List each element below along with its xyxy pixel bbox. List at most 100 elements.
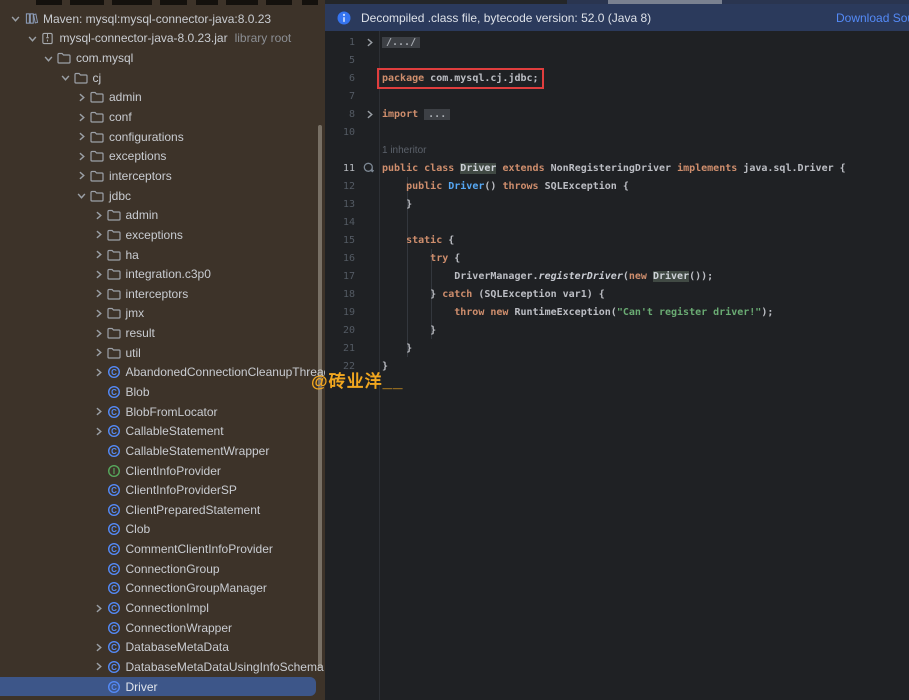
- chevron-right-icon[interactable]: [91, 247, 106, 262]
- chevron-right-icon[interactable]: [91, 306, 106, 321]
- tree-item-databasemetadatausinginfoschema[interactable]: CDatabaseMetaDataUsingInfoSchema: [0, 657, 325, 677]
- chevron-right-icon[interactable]: [74, 110, 89, 125]
- code-editor[interactable]: 1/.../56package com.mysql.cj.jdbc;78impo…: [325, 31, 909, 700]
- chevron-right-icon[interactable]: [74, 90, 89, 105]
- tree-item-connectionimpl[interactable]: CConnectionImpl: [0, 598, 325, 618]
- class-icon: C: [106, 521, 122, 537]
- chevron-right-icon[interactable]: [91, 404, 106, 419]
- chevron-right-icon[interactable]: [74, 149, 89, 164]
- fold-marker-icon[interactable]: [359, 106, 379, 122]
- tree-scrollbar[interactable]: [318, 125, 322, 668]
- code-line: 5: [325, 51, 909, 69]
- banner-text: Decompiled .class file, bytecode version…: [361, 11, 651, 25]
- chevron-down-icon[interactable]: [58, 70, 73, 85]
- class-icon: C: [106, 423, 122, 439]
- tree-item-admin[interactable]: admin: [0, 205, 325, 225]
- svg-text:C: C: [111, 407, 117, 416]
- tree-item-maven-mysql-mysql-connector-java-8-0-23[interactable]: Maven: mysql:mysql-connector-java:8.0.23: [0, 9, 325, 29]
- code-text[interactable]: public Driver() throws SQLException {: [379, 181, 629, 192]
- gutter-spacer: [359, 268, 379, 284]
- svg-text:C: C: [111, 604, 117, 613]
- tree-item-commentclientinfoprovider[interactable]: CCommentClientInfoProvider: [0, 539, 325, 559]
- chevron-right-icon[interactable]: [74, 129, 89, 144]
- tree-item-blobfromlocator[interactable]: CBlobFromLocator: [0, 402, 325, 422]
- tree-item-interceptors[interactable]: interceptors: [0, 284, 325, 304]
- code-text[interactable]: package com.mysql.cj.jdbc;: [379, 73, 539, 84]
- chevron-right-icon[interactable]: [91, 227, 106, 242]
- tree-item-admin[interactable]: admin: [0, 88, 325, 108]
- code-text[interactable]: import ...: [379, 109, 450, 120]
- chevron-right-icon[interactable]: [91, 659, 106, 674]
- tree-item-jmx[interactable]: jmx: [0, 304, 325, 324]
- tree-item-cj[interactable]: cj: [0, 68, 325, 88]
- gutter-spacer: [359, 250, 379, 266]
- tree-item-connectiongroupmanager[interactable]: CConnectionGroupManager: [0, 579, 325, 599]
- chevron-right-icon[interactable]: [74, 168, 89, 183]
- code-text[interactable]: }: [379, 325, 436, 336]
- tree-item-exceptions[interactable]: exceptions: [0, 225, 325, 245]
- folder-icon: [73, 70, 89, 86]
- tree-item-exceptions[interactable]: exceptions: [0, 146, 325, 166]
- download-sources-link[interactable]: Download Sources: [836, 11, 909, 25]
- tree-item-clientpreparedstatement[interactable]: CClientPreparedStatement: [0, 500, 325, 520]
- tree-item-suffix: library root: [235, 31, 292, 45]
- svg-text:C: C: [111, 643, 117, 652]
- chevron-right-icon[interactable]: [91, 326, 106, 341]
- code-text[interactable]: /.../: [379, 37, 420, 48]
- chevron-right-icon[interactable]: [91, 424, 106, 439]
- code-text[interactable]: throw new RuntimeException("Can't regist…: [379, 307, 773, 318]
- code-text[interactable]: }: [379, 199, 412, 210]
- line-number: 15: [325, 235, 359, 246]
- chevron-down-icon[interactable]: [25, 31, 40, 46]
- editor-panel: Decompiled .class file, bytecode version…: [325, 0, 909, 700]
- ide-window: Maven: mysql:mysql-connector-java:8.0.23…: [0, 0, 909, 700]
- chevron-right-icon[interactable]: [91, 286, 106, 301]
- code-text[interactable]: public class Driver extends NonRegisteri…: [379, 163, 846, 174]
- code-text[interactable]: try {: [379, 253, 460, 264]
- tree-item-label: exceptions: [126, 228, 183, 242]
- tree-item-clientinfoprovider[interactable]: IClientInfoProvider: [0, 461, 325, 481]
- tree-item-configurations[interactable]: configurations: [0, 127, 325, 147]
- tree-item-driver[interactable]: CDriver: [0, 677, 316, 697]
- chevron-right-icon[interactable]: [91, 267, 106, 282]
- tree-item-mysql-connector-java-8-0-23-jar[interactable]: mysql-connector-java-8.0.23.jarlibrary r…: [0, 29, 325, 49]
- chevron-right-icon[interactable]: [91, 208, 106, 223]
- tree-item-result[interactable]: result: [0, 323, 325, 343]
- tree-item-callablestatementwrapper[interactable]: CCallableStatementWrapper: [0, 441, 325, 461]
- tree-item-clob[interactable]: CClob: [0, 520, 325, 540]
- tree-item-connectiongroup[interactable]: CConnectionGroup: [0, 559, 325, 579]
- tree-item-clientinfoprovidersp[interactable]: CClientInfoProviderSP: [0, 480, 325, 500]
- class-icon: C: [106, 384, 122, 400]
- code-text[interactable]: } catch (SQLException var1) {: [379, 289, 605, 300]
- code-text[interactable]: }: [379, 343, 412, 354]
- tree-item-interceptors[interactable]: interceptors: [0, 166, 325, 186]
- chevron-down-icon[interactable]: [8, 11, 23, 26]
- folder-icon: [89, 148, 105, 164]
- code-line: 7: [325, 87, 909, 105]
- fold-marker-icon[interactable]: [359, 34, 379, 50]
- tree-item-jdbc[interactable]: jdbc: [0, 186, 325, 206]
- chevron-right-icon[interactable]: [91, 365, 106, 380]
- tree-item-blob[interactable]: CBlob: [0, 382, 325, 402]
- chevron-down-icon[interactable]: [74, 188, 89, 203]
- class-icon: C: [106, 541, 122, 557]
- tree-item-connectionwrapper[interactable]: CConnectionWrapper: [0, 618, 325, 638]
- tree-item-integration-c3p0[interactable]: integration.c3p0: [0, 264, 325, 284]
- implemented-gutter-icon[interactable]: [359, 160, 379, 176]
- tree-item-conf[interactable]: conf: [0, 107, 325, 127]
- tree-item-ha[interactable]: ha: [0, 245, 325, 265]
- tree-item-abandonedconnectioncleanupthread[interactable]: CAbandonedConnectionCleanupThread: [0, 363, 325, 383]
- tree-item-databasemetadata[interactable]: CDatabaseMetaData: [0, 638, 325, 658]
- chevron-right-icon[interactable]: [91, 640, 106, 655]
- chevron-down-icon[interactable]: [41, 51, 56, 66]
- code-text[interactable]: static {: [379, 235, 454, 246]
- tree-item-util[interactable]: util: [0, 343, 325, 363]
- tree-item-callablestatement[interactable]: CCallableStatement: [0, 421, 325, 441]
- line-number: 16: [325, 253, 359, 264]
- chevron-right-icon[interactable]: [91, 345, 106, 360]
- code-line: 11public class Driver extends NonRegiste…: [325, 159, 909, 177]
- tree-item-com-mysql[interactable]: com.mysql: [0, 48, 325, 68]
- chevron-right-icon[interactable]: [91, 601, 106, 616]
- code-text[interactable]: DriverManager.registerDriver(new Driver(…: [379, 271, 713, 282]
- project-tree-panel: Maven: mysql:mysql-connector-java:8.0.23…: [0, 0, 325, 700]
